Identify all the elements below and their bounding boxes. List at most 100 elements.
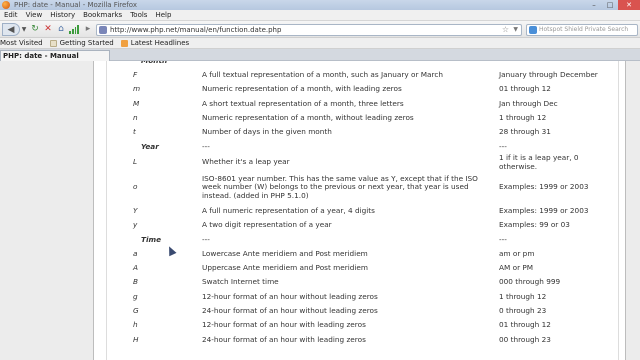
window-title: PHP: date - Manual - Mozilla Firefox bbox=[14, 1, 137, 9]
url-bar[interactable]: http://www.php.net/manual/en/function.da… bbox=[96, 24, 522, 36]
window-titlebar: PHP: date - Manual - Mozilla Firefox – □… bbox=[0, 0, 640, 10]
menu-view[interactable]: View bbox=[22, 10, 47, 20]
example-values-cell: 1 through 12 bbox=[499, 113, 547, 123]
format-character-cell: t bbox=[133, 127, 136, 137]
table-row: H 24-hour format of an hour with leading … bbox=[107, 333, 620, 347]
description-cell: A full numeric representation of a year,… bbox=[202, 205, 375, 215]
description-cell: A full textual representation of a month… bbox=[202, 70, 444, 80]
description-cell: --- bbox=[202, 141, 210, 151]
menu-tools[interactable]: Tools bbox=[126, 10, 151, 20]
description-cell: 24-hour format of an hour with leading z… bbox=[202, 334, 366, 344]
format-character-cell: H bbox=[133, 334, 139, 344]
format-character-cell: B bbox=[133, 277, 139, 287]
bookmark-label: Getting Started bbox=[59, 38, 114, 47]
close-window-button[interactable]: ✕ bbox=[618, 0, 640, 10]
maximize-button[interactable]: □ bbox=[602, 0, 618, 10]
bookmark-getting-started[interactable]: Getting Started bbox=[49, 38, 121, 48]
format-table-frame: MonthFA full textual representation of a… bbox=[106, 61, 619, 360]
history-dropdown-icon[interactable]: ▼ bbox=[20, 23, 28, 36]
manual-content: MonthFA full textual representation of a… bbox=[93, 61, 626, 360]
url-text: http://www.php.net/manual/en/function.da… bbox=[110, 26, 282, 34]
description-cell: 12-hour format of an hour with leading z… bbox=[202, 320, 366, 330]
format-character-cell: m bbox=[133, 84, 141, 94]
minimize-button[interactable]: – bbox=[586, 0, 602, 10]
reload-icon[interactable]: ↻ bbox=[29, 23, 41, 36]
description-cell: A short textual representation of a mont… bbox=[202, 98, 404, 108]
table-row: a Lowercase Ante meridiem and Post meridi… bbox=[107, 247, 620, 261]
example-values-cell bbox=[496, 61, 620, 68]
description-cell: 12-hour format of an hour without leadin… bbox=[202, 291, 378, 301]
example-values-cell: Examples: 1999 or 2003 bbox=[499, 205, 589, 215]
bookmark-most-visited[interactable]: Most Visited bbox=[0, 38, 50, 48]
format-character-cell: o bbox=[133, 182, 138, 192]
menu-bar: Edit View History Bookmarks Tools Help bbox=[0, 10, 640, 21]
menu-history[interactable]: History bbox=[46, 10, 79, 20]
page-viewport[interactable]: MonthFA full textual representation of a… bbox=[0, 61, 640, 360]
example-values-cell: Jan through Dec bbox=[499, 98, 558, 108]
page-icon bbox=[49, 39, 57, 47]
description-cell: Swatch Internet time bbox=[202, 277, 279, 287]
site-favicon-icon bbox=[99, 26, 107, 34]
description-cell bbox=[199, 61, 496, 68]
format-character-cell: Month bbox=[107, 61, 199, 68]
description-cell: A two digit representation of a year bbox=[202, 220, 332, 230]
table-row: h 12-hour format of an hour with leading … bbox=[107, 318, 620, 332]
window-controls: – □ ✕ bbox=[586, 0, 640, 10]
table-section-row: Month bbox=[107, 61, 620, 68]
bookmark-label: Latest Headlines bbox=[130, 38, 190, 47]
table-row: M A short textual representation of a mon… bbox=[107, 97, 620, 111]
format-character-cell: M bbox=[133, 98, 140, 108]
back-button[interactable]: ◀ bbox=[2, 23, 20, 36]
menu-edit[interactable]: Edit bbox=[0, 10, 22, 20]
format-character-cell: Time bbox=[141, 234, 162, 244]
table-row: A Uppercase Ante meridiem and Post meridi… bbox=[107, 261, 620, 275]
example-values-cell: 1 if it is a leap year, 0 otherwise. bbox=[499, 153, 579, 171]
table-row: G 24-hour format of an hour without leadi… bbox=[107, 304, 620, 318]
url-dropdown-icon[interactable]: ▼ bbox=[513, 25, 518, 35]
format-character-cell: A bbox=[133, 263, 138, 273]
table-row: L Whether it's a leap year 1 if it is a le… bbox=[107, 153, 620, 171]
format-character-cell: L bbox=[133, 157, 138, 167]
date-format-table: MonthFA full textual representation of a… bbox=[107, 61, 620, 347]
table-row: y A two digit representation of a year Exa… bbox=[107, 218, 620, 232]
signal-strength-icon[interactable] bbox=[69, 25, 79, 34]
format-character-cell: Year bbox=[141, 141, 159, 151]
bookmark-star-icon[interactable]: ☆ bbox=[502, 25, 509, 35]
example-values-cell: 00 through 23 bbox=[499, 334, 551, 344]
format-character-cell: h bbox=[133, 320, 138, 330]
table-row: n Numeric representation of a month, with… bbox=[107, 111, 620, 125]
description-cell: Lowercase Ante meridiem and Post meridie… bbox=[202, 248, 368, 258]
format-character-cell: G bbox=[133, 306, 139, 316]
search-input[interactable]: Hotspot Shield Private Search bbox=[526, 24, 638, 36]
table-row: t Number of days in the given month 28 thr… bbox=[107, 125, 620, 139]
table-section-row: Year --- --- bbox=[107, 140, 620, 154]
table-row: o ISO-8601 year number. This has the same… bbox=[107, 171, 620, 204]
description-cell: Uppercase Ante meridiem and Post meridie… bbox=[202, 263, 369, 273]
description-cell: Whether it's a leap year bbox=[202, 157, 290, 167]
table-section-row: Time --- --- bbox=[107, 233, 620, 247]
description-cell: Numeric representation of a month, witho… bbox=[202, 113, 414, 123]
example-values-cell: January through December bbox=[499, 70, 598, 80]
search-engine-icon[interactable] bbox=[529, 26, 537, 34]
tab-label: PHP: date - Manual bbox=[3, 52, 79, 60]
tab-php-date-manual[interactable]: PHP: date - Manual bbox=[0, 50, 110, 61]
example-values-cell: 01 through 12 bbox=[499, 320, 551, 330]
format-character-cell: a bbox=[133, 248, 138, 258]
menu-bookmarks[interactable]: Bookmarks bbox=[79, 10, 126, 20]
firefox-icon bbox=[2, 1, 10, 9]
example-values-cell: Examples: 1999 or 2003 bbox=[499, 182, 589, 192]
example-values-cell: 28 through 31 bbox=[499, 127, 551, 137]
home-icon[interactable]: ⌂ bbox=[55, 23, 67, 36]
description-cell: Numeric representation of a month, with … bbox=[202, 84, 402, 94]
navigation-toolbar: ◀ ▼ ↻ ✕ ⌂ ▸ http://www.php.net/manual/en… bbox=[0, 21, 640, 38]
example-values-cell: 0 through 23 bbox=[499, 306, 547, 316]
example-values-cell: 1 through 12 bbox=[499, 291, 547, 301]
menu-help[interactable]: Help bbox=[151, 10, 175, 20]
table-row: Y A full numeric representation of a year… bbox=[107, 204, 620, 218]
bookmarks-toolbar: Most Visited Getting Started Latest Head… bbox=[0, 38, 640, 49]
table-row: g 12-hour format of an hour without leadi… bbox=[107, 290, 620, 304]
bookmark-latest-headlines[interactable]: Latest Headlines bbox=[120, 38, 196, 48]
toolbar-extension-icon[interactable]: ▸ bbox=[82, 23, 94, 36]
stop-icon[interactable]: ✕ bbox=[42, 23, 54, 36]
search-placeholder: Hotspot Shield Private Search bbox=[539, 26, 629, 33]
